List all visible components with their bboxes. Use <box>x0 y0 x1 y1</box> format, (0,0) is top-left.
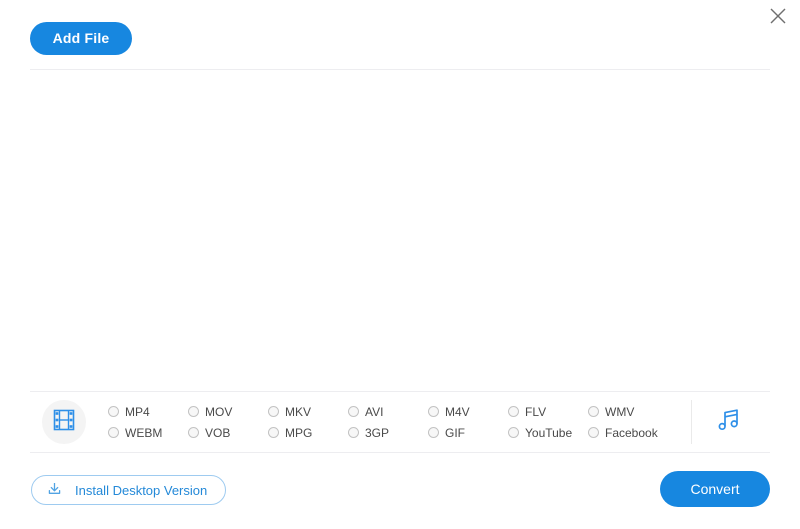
format-option-mp4[interactable]: MP4 <box>108 401 188 422</box>
radio-icon[interactable] <box>588 427 599 438</box>
format-option-mkv[interactable]: MKV <box>268 401 348 422</box>
format-option-vob[interactable]: VOB <box>188 422 268 443</box>
panel-vertical-divider <box>691 400 692 444</box>
download-icon <box>46 480 63 500</box>
format-label: WEBM <box>125 425 163 440</box>
format-label: GIF <box>445 425 465 440</box>
add-file-button[interactable]: Add File <box>30 22 132 55</box>
radio-icon[interactable] <box>588 406 599 417</box>
film-strip-icon <box>51 407 77 438</box>
radio-icon[interactable] <box>508 406 519 417</box>
file-list-area[interactable] <box>30 70 770 390</box>
format-label: MPG <box>285 425 313 440</box>
format-option-gif[interactable]: GIF <box>428 422 508 443</box>
radio-icon[interactable] <box>428 427 439 438</box>
format-label: MOV <box>205 404 233 419</box>
format-label: AVI <box>365 404 384 419</box>
radio-icon[interactable] <box>188 427 199 438</box>
format-option-3gp[interactable]: 3GP <box>348 422 428 443</box>
radio-icon[interactable] <box>188 406 199 417</box>
output-format-panel: MP4 MOV MKV AVI M4V FLV WMV WEBM VOB MPG… <box>30 391 770 453</box>
video-format-tab[interactable] <box>42 400 86 444</box>
format-label: VOB <box>205 425 231 440</box>
format-option-webm[interactable]: WEBM <box>108 422 188 443</box>
format-label: MP4 <box>125 404 150 419</box>
radio-icon[interactable] <box>348 427 359 438</box>
header-bar: Add File <box>0 0 800 70</box>
radio-icon[interactable] <box>268 427 279 438</box>
format-option-youtube[interactable]: YouTube <box>508 422 588 443</box>
radio-icon[interactable] <box>108 427 119 438</box>
format-option-flv[interactable]: FLV <box>508 401 588 422</box>
radio-icon[interactable] <box>268 406 279 417</box>
radio-icon[interactable] <box>108 406 119 417</box>
format-options-grid: MP4 MOV MKV AVI M4V FLV WMV WEBM VOB MPG… <box>108 401 691 443</box>
format-label: Facebook <box>605 425 658 440</box>
radio-icon[interactable] <box>508 427 519 438</box>
format-label: M4V <box>445 404 470 419</box>
install-desktop-version-button[interactable]: Install Desktop Version <box>31 475 227 505</box>
format-label: YouTube <box>525 425 573 440</box>
footer-bar: Install Desktop Version Convert <box>0 453 800 529</box>
converter-window: Add File MP4 MOV MKV AVI M4V FLV WMV WEB… <box>0 0 800 529</box>
format-option-mpg[interactable]: MPG <box>268 422 348 443</box>
radio-icon[interactable] <box>428 406 439 417</box>
close-button[interactable] <box>764 2 792 30</box>
music-note-icon <box>714 406 742 439</box>
format-option-avi[interactable]: AVI <box>348 401 428 422</box>
close-icon <box>768 6 788 26</box>
format-label: WMV <box>605 404 635 419</box>
format-label: FLV <box>525 404 547 419</box>
radio-icon[interactable] <box>348 406 359 417</box>
format-option-facebook[interactable]: Facebook <box>588 422 668 443</box>
format-label: MKV <box>285 404 312 419</box>
convert-button[interactable]: Convert <box>660 471 770 507</box>
format-label: 3GP <box>365 425 390 440</box>
format-option-wmv[interactable]: WMV <box>588 401 668 422</box>
format-option-m4v[interactable]: M4V <box>428 401 508 422</box>
install-button-label: Install Desktop Version <box>75 482 208 498</box>
format-option-mov[interactable]: MOV <box>188 401 268 422</box>
audio-format-tab[interactable] <box>706 400 750 444</box>
